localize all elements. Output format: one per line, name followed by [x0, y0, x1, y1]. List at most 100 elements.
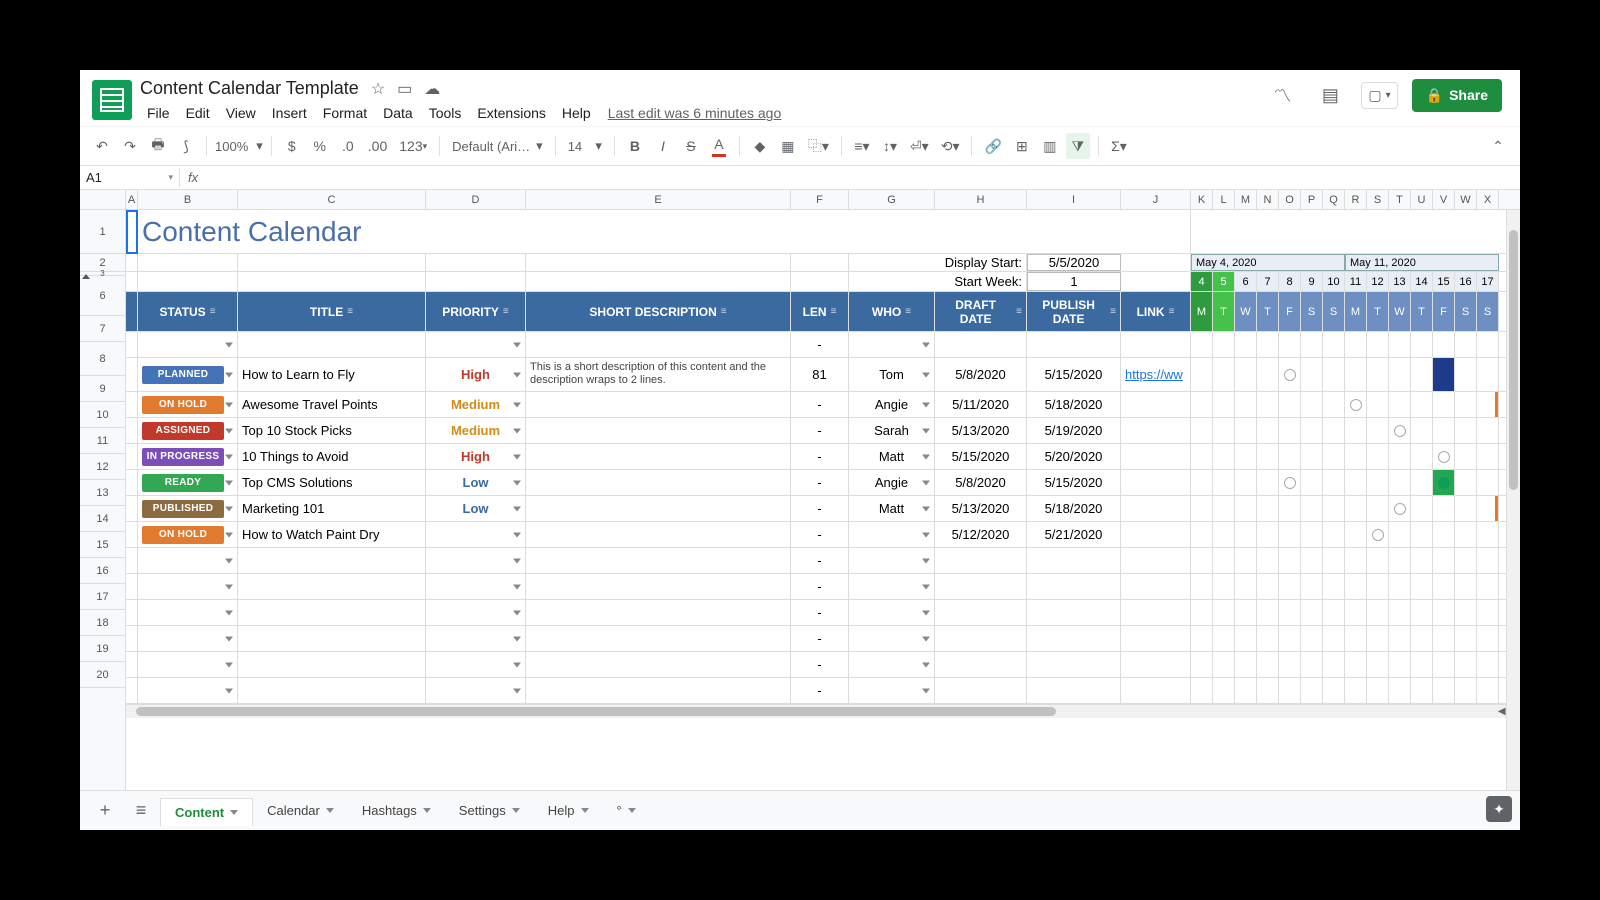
who-cell[interactable]	[849, 652, 935, 677]
explore-icon[interactable]: ✦	[1486, 796, 1512, 822]
draft-date-cell[interactable]: 5/15/2020	[935, 444, 1027, 469]
row-header[interactable]: 1	[80, 210, 125, 254]
dropdown-icon[interactable]	[922, 454, 930, 459]
col-header[interactable]: T	[1389, 190, 1411, 209]
draft-date-cell[interactable]: 5/13/2020	[935, 418, 1027, 443]
row-header[interactable]: 19	[80, 636, 125, 662]
title-cell[interactable]	[238, 548, 426, 573]
dropdown-icon[interactable]	[513, 506, 521, 511]
menu-edit[interactable]: Edit	[179, 101, 217, 125]
add-sheet-button[interactable]: +	[88, 796, 122, 826]
sheet-tab[interactable]: °	[603, 797, 650, 825]
menu-tools[interactable]: Tools	[422, 101, 469, 125]
description-cell[interactable]	[526, 496, 791, 521]
present-button[interactable]: ▢▾	[1361, 82, 1397, 109]
start-week-value[interactable]: 1	[1027, 272, 1121, 291]
link-cell[interactable]	[1121, 626, 1191, 651]
column-header-cell[interactable]: TITLE≡	[238, 292, 426, 331]
col-header[interactable]: L	[1213, 190, 1235, 209]
description-cell[interactable]	[526, 332, 791, 357]
dropdown-icon[interactable]	[922, 584, 930, 589]
status-cell[interactable]	[138, 548, 238, 573]
dropdown-icon[interactable]	[922, 558, 930, 563]
dropdown-icon[interactable]	[225, 342, 233, 347]
description-cell[interactable]: This is a short description of this cont…	[526, 358, 791, 391]
title-cell[interactable]: Top CMS Solutions	[238, 470, 426, 495]
dropdown-icon[interactable]	[513, 480, 521, 485]
dropdown-icon[interactable]	[225, 636, 233, 641]
col-header[interactable]: B	[138, 190, 238, 209]
description-cell[interactable]	[526, 392, 791, 417]
publish-date-cell[interactable]: 5/15/2020	[1027, 358, 1121, 391]
spreadsheet-grid[interactable]: 1 2 3 6 7891011121314151617181920 ABCDEF…	[80, 190, 1520, 790]
col-header[interactable]: F	[791, 190, 849, 209]
publish-date-cell[interactable]	[1027, 548, 1121, 573]
draft-date-cell[interactable]	[935, 548, 1027, 573]
len-cell[interactable]: 81	[791, 358, 849, 391]
col-header[interactable]: X	[1477, 190, 1499, 209]
who-cell[interactable]: Sarah	[849, 418, 935, 443]
who-cell[interactable]: Angie	[849, 470, 935, 495]
italic-button[interactable]: I	[651, 133, 675, 159]
strike-button[interactable]: S	[679, 133, 703, 159]
title-cell[interactable]: Marketing 101	[238, 496, 426, 521]
row-header[interactable]: 10	[80, 402, 125, 428]
col-header[interactable]: D	[426, 190, 526, 209]
col-header[interactable]: W	[1455, 190, 1477, 209]
menu-format[interactable]: Format	[316, 101, 374, 125]
status-cell[interactable]	[138, 652, 238, 677]
dropdown-icon[interactable]	[922, 610, 930, 615]
publish-date-cell[interactable]	[1027, 626, 1121, 651]
dropdown-icon[interactable]	[922, 636, 930, 641]
display-start-value[interactable]: 5/5/2020	[1027, 254, 1121, 271]
activity-icon[interactable]: 〽	[1265, 78, 1299, 112]
priority-cell[interactable]	[426, 332, 526, 357]
publish-date-cell[interactable]	[1027, 678, 1121, 703]
menu-data[interactable]: Data	[376, 101, 420, 125]
description-cell[interactable]	[526, 626, 791, 651]
filter-icon[interactable]: ⧩	[1066, 133, 1090, 159]
status-cell[interactable]	[138, 626, 238, 651]
halign-button[interactable]: ≡▾	[850, 133, 874, 159]
priority-cell[interactable]	[426, 600, 526, 625]
len-cell[interactable]: -	[791, 678, 849, 703]
dropdown-icon[interactable]	[922, 688, 930, 693]
column-header-cell[interactable]: PUBLISH DATE≡	[1027, 292, 1121, 331]
dropdown-icon[interactable]	[225, 372, 233, 377]
publish-date-cell[interactable]	[1027, 652, 1121, 677]
col-header[interactable]: R	[1345, 190, 1367, 209]
priority-cell[interactable]: High	[426, 444, 526, 469]
publish-date-cell[interactable]: 5/20/2020	[1027, 444, 1121, 469]
description-cell[interactable]	[526, 652, 791, 677]
tab-menu-icon[interactable]	[628, 808, 636, 813]
title-cell[interactable]	[238, 652, 426, 677]
dropdown-icon[interactable]	[225, 428, 233, 433]
menu-insert[interactable]: Insert	[265, 101, 314, 125]
document-title[interactable]: Content Calendar Template	[140, 78, 359, 99]
column-header-cell[interactable]: LEN≡	[791, 292, 849, 331]
font-size-select[interactable]: 14 ▾	[564, 136, 606, 156]
priority-cell[interactable]	[426, 522, 526, 547]
percent-button[interactable]: %	[308, 133, 332, 159]
link-cell[interactable]: https://ww	[1121, 358, 1191, 391]
paint-format-icon[interactable]: ⟆	[174, 133, 198, 159]
column-header-cell[interactable]	[126, 292, 138, 331]
menu-file[interactable]: File	[140, 101, 177, 125]
draft-date-cell[interactable]	[935, 652, 1027, 677]
dropdown-icon[interactable]	[513, 402, 521, 407]
link-cell[interactable]	[1121, 470, 1191, 495]
col-header[interactable]: P	[1301, 190, 1323, 209]
col-header[interactable]: I	[1027, 190, 1121, 209]
priority-cell[interactable]	[426, 574, 526, 599]
dropdown-icon[interactable]	[513, 532, 521, 537]
draft-date-cell[interactable]	[935, 600, 1027, 625]
dropdown-icon[interactable]	[513, 636, 521, 641]
chart-icon[interactable]: ▥	[1038, 133, 1062, 159]
len-cell[interactable]: -	[791, 418, 849, 443]
column-header-cell[interactable]: WHO≡	[849, 292, 935, 331]
status-cell[interactable]: ON HOLD	[138, 522, 238, 547]
dropdown-icon[interactable]	[225, 584, 233, 589]
undo-icon[interactable]: ↶	[90, 133, 114, 159]
link-cell[interactable]	[1121, 522, 1191, 547]
sheet-tab[interactable]: Content	[160, 798, 253, 826]
